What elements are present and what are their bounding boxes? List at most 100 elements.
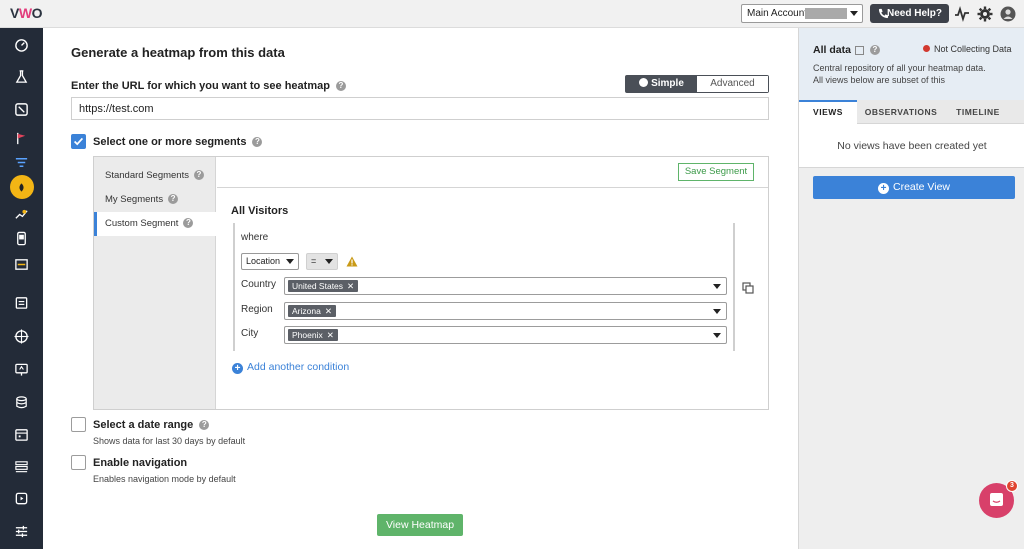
region-label: Region — [241, 304, 273, 315]
list-icon[interactable] — [0, 454, 43, 478]
deploy-icon[interactable] — [0, 357, 43, 381]
database-icon[interactable] — [0, 390, 43, 414]
account-select[interactable]: Main Account — [741, 4, 863, 23]
top-bar: VWO Main Account Need Help? — [0, 0, 1024, 28]
mode-toggle: Simple Advanced — [625, 75, 769, 93]
account-label: Main Account — [747, 8, 808, 19]
where-label: where — [241, 232, 269, 243]
attribute-select[interactable]: Location — [241, 253, 299, 270]
funnel-icon[interactable] — [0, 150, 43, 174]
city-label: City — [241, 328, 259, 339]
all-visitors-label: All Visitors — [231, 205, 289, 217]
page-title: Generate a heatmap from this data — [71, 45, 285, 60]
chat-launcher[interactable]: 3 — [979, 480, 1018, 518]
segments-label: Select one or more segments? — [93, 136, 263, 148]
chevron-down-icon — [713, 284, 721, 289]
plus-circle-icon: + — [232, 363, 243, 374]
condition-group: where Location = Country United States ✕ … — [233, 223, 735, 351]
target-icon[interactable] — [0, 324, 43, 348]
data-description: Central repository of all your heatmap d… — [813, 63, 986, 85]
segments-checkbox[interactable] — [71, 134, 86, 149]
chevron-down-icon — [325, 259, 333, 264]
chevron-down-icon — [713, 309, 721, 314]
operator-select[interactable]: = — [306, 253, 338, 270]
tab-views[interactable]: VIEWS — [799, 100, 857, 124]
pulse-icon[interactable] — [954, 6, 970, 22]
mobile-icon[interactable] — [0, 226, 43, 250]
flag-icon[interactable] — [0, 126, 43, 150]
calendar-list-icon[interactable] — [0, 290, 43, 314]
create-view-button[interactable]: + Create View — [813, 176, 1015, 199]
save-segment-button[interactable]: Save Segment — [678, 163, 754, 181]
calendar-icon[interactable] — [0, 422, 43, 446]
need-help-label: Need Help? — [886, 8, 942, 19]
heatmap-icon[interactable] — [0, 175, 43, 199]
help-icon[interactable]: ? — [199, 420, 210, 431]
all-data-title: All data? — [813, 44, 880, 56]
tab-observations[interactable]: OBSERVATIONS — [859, 100, 943, 124]
chat-badge: 3 — [1006, 480, 1018, 492]
country-select[interactable]: United States ✕ — [284, 277, 727, 295]
integrations-icon[interactable] — [0, 486, 43, 510]
help-icon[interactable]: ? — [252, 137, 263, 148]
date-range-sub: Shows data for last 30 days by default — [93, 436, 246, 446]
date-range-label: Select a date range? — [93, 419, 210, 431]
form-icon[interactable] — [0, 252, 43, 276]
url-input[interactable] — [71, 97, 769, 120]
add-condition-link[interactable]: + Add another condition — [232, 361, 349, 374]
gear-icon[interactable] — [977, 6, 993, 22]
plus-circle-icon: + — [877, 183, 889, 194]
advanced-mode-button[interactable]: Advanced — [697, 76, 768, 92]
navigation-checkbox[interactable] — [71, 455, 86, 470]
help-icon[interactable]: ? — [168, 194, 179, 205]
vwo-logo[interactable]: VWO — [10, 5, 42, 23]
left-nav — [0, 28, 43, 549]
help-icon[interactable]: ? — [869, 45, 880, 56]
need-help-button[interactable]: Need Help? — [870, 4, 949, 23]
date-range-checkbox[interactable] — [71, 417, 86, 432]
segment-header: Save Segment — [217, 157, 768, 188]
remove-icon[interactable]: ✕ — [347, 281, 354, 291]
help-icon[interactable]: ? — [193, 170, 204, 181]
country-chip: United States ✕ — [288, 280, 359, 292]
session-recording-icon[interactable] — [0, 202, 43, 226]
region-select[interactable]: Arizona ✕ — [284, 302, 727, 320]
sliders-icon[interactable] — [0, 519, 43, 543]
simple-mode-button[interactable]: Simple — [626, 76, 697, 92]
chevron-down-icon — [286, 259, 294, 264]
view-heatmap-button[interactable]: View Heatmap — [377, 514, 463, 536]
status-dot-icon — [923, 45, 930, 52]
tab-custom-segment[interactable]: Custom Segment? — [94, 212, 217, 236]
chevron-down-icon — [850, 11, 858, 16]
flask-icon[interactable] — [0, 64, 43, 88]
help-icon[interactable]: ? — [335, 81, 346, 92]
segment-panel: Standard Segments? My Segments? Custom S… — [93, 156, 769, 410]
account-name-redacted — [805, 8, 847, 19]
navigation-label: Enable navigation — [93, 457, 188, 469]
tab-my-segments[interactable]: My Segments? — [94, 188, 216, 212]
warning-icon — [346, 256, 358, 267]
tab-timeline[interactable]: TIMELINE — [947, 100, 1009, 124]
remove-icon[interactable]: ✕ — [325, 306, 332, 316]
right-tabs: VIEWS OBSERVATIONS TIMELINE — [799, 100, 1024, 124]
insights-icon[interactable] — [0, 97, 43, 121]
country-label: Country — [241, 279, 277, 290]
city-select[interactable]: Phoenix ✕ — [284, 326, 727, 344]
empty-views-message: No views have been created yet — [799, 124, 1024, 168]
database-icon — [854, 45, 864, 55]
tab-standard-segments[interactable]: Standard Segments? — [94, 164, 216, 188]
main-content: Generate a heatmap from this data Enter … — [43, 28, 798, 549]
dashboard-icon[interactable] — [0, 32, 43, 56]
chevron-down-icon — [713, 333, 721, 338]
data-summary: All data? Not Collecting Data Central re… — [799, 28, 1024, 100]
segment-sidebar: Standard Segments? My Segments? Custom S… — [94, 157, 217, 409]
phone-icon — [878, 8, 889, 19]
help-icon[interactable]: ? — [183, 218, 194, 229]
right-panel: All data? Not Collecting Data Central re… — [798, 28, 1024, 549]
user-avatar-icon[interactable] — [1000, 6, 1016, 22]
region-chip: Arizona ✕ — [288, 305, 336, 317]
duplicate-icon[interactable] — [742, 282, 754, 294]
remove-icon[interactable]: ✕ — [327, 330, 334, 340]
checkmark-icon — [73, 137, 84, 146]
url-label: Enter the URL for which you want to see … — [71, 80, 346, 92]
